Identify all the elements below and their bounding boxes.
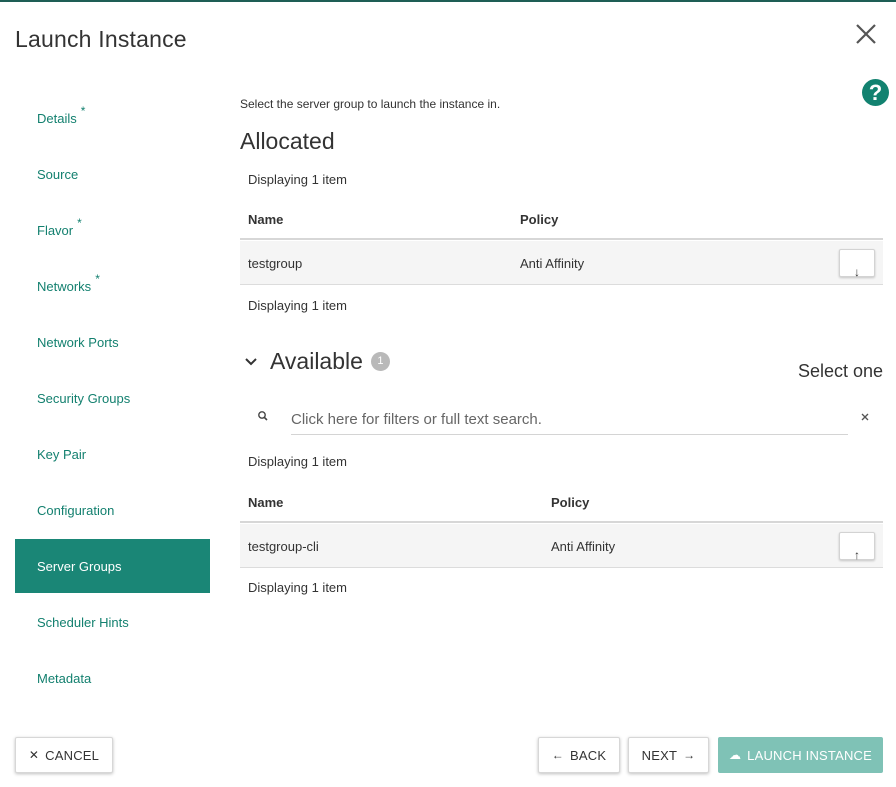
- table-row: testgroup-cli Anti Affinity ↑: [240, 524, 883, 568]
- nav-item-label: Network Ports: [37, 334, 119, 350]
- column-header-name[interactable]: Name: [248, 212, 283, 227]
- nav-item-label: Security Groups: [37, 390, 131, 406]
- cancel-label: CANCEL: [45, 747, 100, 763]
- close-button[interactable]: [852, 20, 880, 48]
- arrow-right-icon: →: [683, 748, 696, 762]
- nav-item-label: Configuration: [37, 502, 115, 518]
- available-count-top: Displaying 1 item: [248, 454, 347, 469]
- top-accent-bar: [0, 0, 896, 2]
- nav-item-label: Metadata: [37, 670, 92, 686]
- arrow-left-icon: ←: [551, 748, 564, 762]
- dialog-title: Launch Instance: [15, 26, 187, 52]
- search-icon: [258, 411, 268, 421]
- launch-label: LAUNCH INSTANCE: [747, 747, 873, 763]
- arrow-up-icon: ↑: [854, 548, 860, 562]
- row-name: testgroup-cli: [248, 539, 319, 554]
- help-icon[interactable]: ?: [862, 79, 889, 106]
- available-table-header: Name Policy: [240, 481, 883, 523]
- clear-search-icon[interactable]: [858, 410, 872, 424]
- available-heading: Available: [270, 348, 363, 374]
- available-count-bottom: Displaying 1 item: [248, 580, 347, 595]
- column-header-policy[interactable]: Policy: [520, 212, 558, 227]
- nav-item-label: Server Groups: [37, 558, 122, 574]
- column-header-policy[interactable]: Policy: [551, 495, 589, 510]
- nav-item-networks[interactable]: Networks *: [15, 258, 210, 314]
- nav-item-label: Source: [37, 166, 79, 182]
- nav-item-network-ports[interactable]: Network Ports: [15, 314, 210, 370]
- nav-item-label: Scheduler Hints: [37, 614, 129, 630]
- close-icon: ✕: [28, 748, 40, 762]
- close-icon: [856, 24, 876, 44]
- nav-item-configuration[interactable]: Configuration: [15, 482, 210, 538]
- search-bar: [254, 400, 884, 436]
- wizard-nav: Details * Source Flavor * Networks * Net…: [15, 90, 210, 706]
- nav-item-flavor[interactable]: Flavor *: [15, 202, 210, 258]
- back-label: BACK: [570, 747, 607, 763]
- launch-instance-button[interactable]: ☁ LAUNCH INSTANCE: [718, 737, 883, 773]
- nav-item-label: Key Pair: [37, 446, 87, 462]
- table-row: testgroup Anti Affinity ↓: [240, 241, 883, 285]
- available-count-badge: 1: [370, 352, 390, 371]
- nav-item-label: Networks: [37, 278, 92, 294]
- nav-item-label: Flavor: [37, 222, 74, 238]
- allocated-table-header: Name Policy: [240, 198, 883, 240]
- next-button[interactable]: NEXT →: [628, 737, 709, 773]
- available-toggle[interactable]: Available 1: [244, 348, 390, 375]
- cloud-upload-icon: ☁: [728, 748, 742, 762]
- nav-item-label: Details: [37, 110, 77, 126]
- search-input[interactable]: [291, 404, 848, 435]
- row-policy: Anti Affinity: [520, 256, 585, 271]
- nav-item-server-groups[interactable]: Server Groups: [15, 539, 210, 593]
- row-policy: Anti Affinity: [551, 539, 616, 554]
- required-marker: *: [77, 216, 82, 230]
- column-header-name[interactable]: Name: [248, 495, 283, 510]
- arrow-down-icon: ↓: [854, 265, 860, 279]
- allocated-heading: Allocated: [240, 128, 335, 154]
- select-one-hint: Select one: [797, 361, 883, 381]
- allocated-count-top: Displaying 1 item: [248, 172, 347, 187]
- deallocate-button[interactable]: ↓: [839, 249, 875, 279]
- intro-text: Select the server group to launch the in…: [240, 97, 501, 111]
- allocated-count-bottom: Displaying 1 item: [248, 298, 347, 313]
- nav-item-key-pair[interactable]: Key Pair: [15, 426, 210, 482]
- nav-item-source[interactable]: Source: [15, 146, 210, 202]
- allocate-button[interactable]: ↑: [839, 532, 875, 562]
- nav-item-metadata[interactable]: Metadata: [15, 650, 210, 706]
- back-button[interactable]: ← BACK: [538, 737, 620, 773]
- nav-item-details[interactable]: Details *: [15, 90, 210, 146]
- cancel-button[interactable]: ✕ CANCEL: [15, 737, 113, 773]
- nav-item-security-groups[interactable]: Security Groups: [15, 370, 210, 426]
- nav-item-scheduler-hints[interactable]: Scheduler Hints: [15, 594, 210, 650]
- chevron-down-icon: [245, 357, 257, 365]
- required-marker: *: [80, 104, 86, 118]
- row-name: testgroup: [248, 256, 303, 271]
- required-marker: *: [95, 272, 100, 286]
- next-label: NEXT: [641, 747, 678, 763]
